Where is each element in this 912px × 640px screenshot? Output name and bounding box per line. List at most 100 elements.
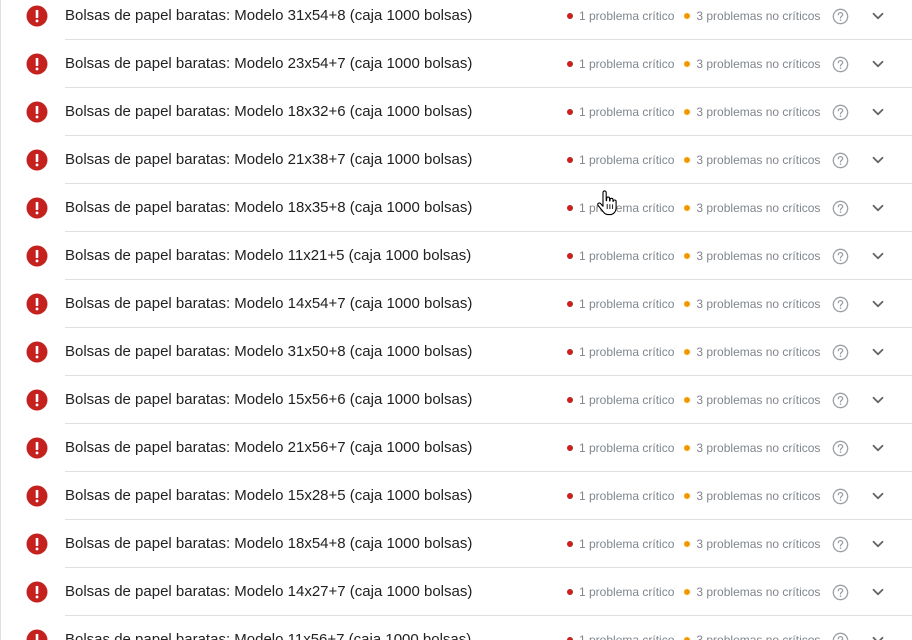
product-title[interactable]: Bolsas de papel baratas: Modelo 14x27+7 … bbox=[65, 582, 472, 602]
critical-issues: 1 problema crítico bbox=[567, 632, 674, 640]
error-icon bbox=[26, 245, 48, 267]
chevron-down-icon[interactable] bbox=[868, 6, 888, 26]
help-circle-icon[interactable] bbox=[832, 296, 849, 313]
chevron-down-icon[interactable] bbox=[868, 54, 888, 74]
help-circle-icon[interactable] bbox=[832, 536, 849, 553]
non-critical-issues-label: 3 problemas no críticos bbox=[696, 537, 821, 551]
chevron-down-icon[interactable] bbox=[868, 390, 888, 410]
chevron-down-icon[interactable] bbox=[868, 534, 888, 554]
help-circle-icon[interactable] bbox=[832, 632, 849, 640]
non-critical-issues-label: 3 problemas no críticos bbox=[696, 153, 821, 167]
product-title[interactable]: Bolsas de papel baratas: Modelo 11x56+7 … bbox=[65, 630, 471, 640]
table-row[interactable]: Bolsas de papel baratas: Modelo 23x54+7 … bbox=[1, 40, 912, 88]
table-row[interactable]: Bolsas de papel baratas: Modelo 18x54+8 … bbox=[1, 520, 912, 568]
product-title[interactable]: Bolsas de papel baratas: Modelo 21x38+7 … bbox=[65, 150, 472, 170]
product-title[interactable]: Bolsas de papel baratas: Modelo 21x56+7 … bbox=[65, 438, 472, 458]
non-critical-issues: 3 problemas no críticos bbox=[684, 104, 820, 120]
help-circle-icon[interactable] bbox=[832, 392, 849, 409]
non-critical-dot-icon bbox=[684, 13, 691, 19]
error-icon bbox=[26, 53, 48, 75]
chevron-down-icon[interactable] bbox=[868, 486, 888, 506]
critical-issues-label: 1 problema crítico bbox=[579, 633, 675, 640]
non-critical-issues: 3 problemas no críticos bbox=[684, 584, 820, 600]
product-title[interactable]: Bolsas de papel baratas: Modelo 31x54+8 … bbox=[65, 6, 472, 26]
non-critical-dot-icon bbox=[684, 157, 691, 163]
error-icon bbox=[26, 629, 48, 640]
product-title[interactable]: Bolsas de papel baratas: Modelo 18x32+6 … bbox=[65, 102, 472, 122]
product-title[interactable]: Bolsas de papel baratas: Modelo 31x50+8 … bbox=[65, 342, 472, 362]
product-title[interactable]: Bolsas de papel baratas: Modelo 14x54+7 … bbox=[65, 294, 472, 314]
product-title[interactable]: Bolsas de papel baratas: Modelo 18x54+8 … bbox=[65, 534, 472, 554]
critical-issues: 1 problema crítico bbox=[567, 440, 674, 456]
chevron-down-icon[interactable] bbox=[868, 198, 888, 218]
table-row[interactable]: Bolsas de papel baratas: Modelo 15x28+5 … bbox=[1, 472, 912, 520]
non-critical-issues-label: 3 problemas no críticos bbox=[696, 489, 821, 503]
non-critical-issues: 3 problemas no críticos bbox=[684, 296, 820, 312]
help-circle-icon[interactable] bbox=[832, 440, 849, 457]
table-row[interactable]: Bolsas de papel baratas: Modelo 15x56+6 … bbox=[1, 376, 912, 424]
critical-issues-label: 1 problema crítico bbox=[579, 345, 675, 359]
table-row[interactable]: Bolsas de papel baratas: Modelo 18x32+6 … bbox=[1, 88, 912, 136]
help-circle-icon[interactable] bbox=[832, 56, 849, 73]
critical-issues: 1 problema crítico bbox=[567, 200, 674, 216]
chevron-down-icon[interactable] bbox=[868, 342, 888, 362]
issue-summary: 1 problema crítico 3 problemas no crític… bbox=[567, 56, 820, 72]
issue-summary: 1 problema crítico 3 problemas no crític… bbox=[567, 152, 820, 168]
error-icon bbox=[26, 389, 48, 411]
non-critical-issues-label: 3 problemas no críticos bbox=[696, 345, 821, 359]
table-row[interactable]: Bolsas de papel baratas: Modelo 14x27+7 … bbox=[1, 568, 912, 616]
product-issue-list: Bolsas de papel baratas: Modelo 31x54+8 … bbox=[1, 0, 912, 640]
critical-dot-icon bbox=[567, 445, 573, 451]
help-circle-icon[interactable] bbox=[832, 104, 849, 121]
error-icon bbox=[26, 581, 48, 603]
product-title[interactable]: Bolsas de papel baratas: Modelo 15x28+5 … bbox=[65, 486, 472, 506]
table-row[interactable]: Bolsas de papel baratas: Modelo 11x56+7 … bbox=[1, 616, 912, 640]
non-critical-issues: 3 problemas no críticos bbox=[684, 536, 820, 552]
critical-dot-icon bbox=[567, 397, 573, 403]
issue-summary: 1 problema crítico 3 problemas no crític… bbox=[567, 584, 820, 600]
chevron-down-icon[interactable] bbox=[868, 630, 888, 640]
critical-issues: 1 problema crítico bbox=[567, 296, 674, 312]
help-circle-icon[interactable] bbox=[832, 200, 849, 217]
critical-dot-icon bbox=[567, 541, 573, 547]
table-row[interactable]: Bolsas de papel baratas: Modelo 18x35+8 … bbox=[1, 184, 912, 232]
critical-issues-label: 1 problema crítico bbox=[579, 249, 675, 263]
product-title[interactable]: Bolsas de papel baratas: Modelo 23x54+7 … bbox=[65, 54, 472, 74]
issue-summary: 1 problema crítico 3 problemas no crític… bbox=[567, 392, 820, 408]
error-icon bbox=[26, 101, 48, 123]
non-critical-issues-label: 3 problemas no críticos bbox=[696, 57, 821, 71]
help-circle-icon[interactable] bbox=[832, 584, 849, 601]
table-row[interactable]: Bolsas de papel baratas: Modelo 31x54+8 … bbox=[1, 0, 912, 40]
table-row[interactable]: Bolsas de papel baratas: Modelo 11x21+5 … bbox=[1, 232, 912, 280]
table-row[interactable]: Bolsas de papel baratas: Modelo 31x50+8 … bbox=[1, 328, 912, 376]
product-title[interactable]: Bolsas de papel baratas: Modelo 11x21+5 … bbox=[65, 246, 471, 266]
product-title[interactable]: Bolsas de papel baratas: Modelo 18x35+8 … bbox=[65, 198, 472, 218]
critical-issues: 1 problema crítico bbox=[567, 584, 674, 600]
non-critical-issues: 3 problemas no críticos bbox=[684, 392, 820, 408]
product-issues-page: Bolsas de papel baratas: Modelo 31x54+8 … bbox=[0, 0, 912, 640]
table-row[interactable]: Bolsas de papel baratas: Modelo 21x38+7 … bbox=[1, 136, 912, 184]
critical-issues-label: 1 problema crítico bbox=[579, 393, 675, 407]
issue-summary: 1 problema crítico 3 problemas no crític… bbox=[567, 632, 820, 640]
help-circle-icon[interactable] bbox=[832, 152, 849, 169]
help-circle-icon[interactable] bbox=[832, 488, 849, 505]
chevron-down-icon[interactable] bbox=[868, 246, 888, 266]
critical-issues: 1 problema crítico bbox=[567, 392, 674, 408]
chevron-down-icon[interactable] bbox=[868, 150, 888, 170]
help-circle-icon[interactable] bbox=[832, 248, 849, 265]
issue-summary: 1 problema crítico 3 problemas no crític… bbox=[567, 440, 820, 456]
critical-issues: 1 problema crítico bbox=[567, 104, 674, 120]
product-title[interactable]: Bolsas de papel baratas: Modelo 15x56+6 … bbox=[65, 390, 472, 410]
help-circle-icon[interactable] bbox=[832, 8, 849, 25]
critical-dot-icon bbox=[567, 253, 573, 259]
help-circle-icon[interactable] bbox=[832, 344, 849, 361]
chevron-down-icon[interactable] bbox=[868, 438, 888, 458]
non-critical-issues: 3 problemas no críticos bbox=[684, 344, 820, 360]
chevron-down-icon[interactable] bbox=[868, 102, 888, 122]
chevron-down-icon[interactable] bbox=[868, 582, 888, 602]
table-row[interactable]: Bolsas de papel baratas: Modelo 14x54+7 … bbox=[1, 280, 912, 328]
table-row[interactable]: Bolsas de papel baratas: Modelo 21x56+7 … bbox=[1, 424, 912, 472]
non-critical-issues-label: 3 problemas no críticos bbox=[696, 9, 821, 23]
chevron-down-icon[interactable] bbox=[868, 294, 888, 314]
critical-issues: 1 problema crítico bbox=[567, 344, 674, 360]
